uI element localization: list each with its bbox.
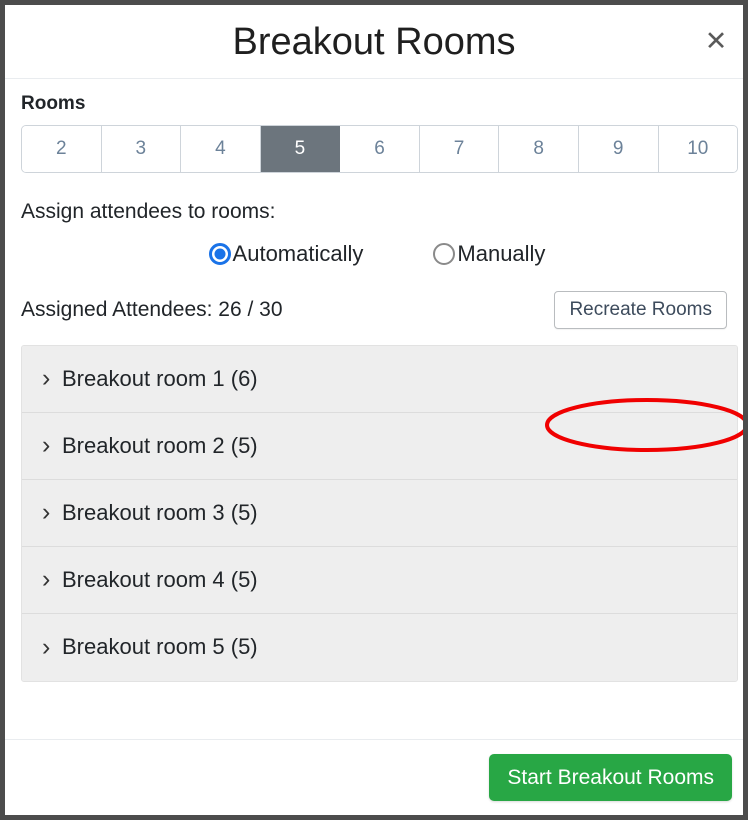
chevron-right-icon: › (42, 632, 51, 661)
radio-label-manually: Manually (457, 240, 546, 266)
dialog-body: Rooms 2 3 4 5 6 7 8 9 10 Assign attendee… (5, 79, 743, 739)
room-name: Breakout room 3 (5) (62, 499, 258, 525)
rooms-label: Rooms (21, 93, 86, 114)
room-name: Breakout room 2 (5) (62, 432, 258, 458)
room-name: Breakout room 1 (6) (62, 365, 258, 391)
breakout-rooms-list: › Breakout room 1 (6) › Breakout room 2 … (21, 344, 738, 682)
room-count-option-8[interactable]: 8 (499, 125, 579, 172)
radio-selected-icon[interactable] (208, 242, 231, 265)
page-title: Breakout Rooms (232, 20, 516, 63)
room-count-option-10[interactable]: 10 (658, 125, 737, 172)
breakout-rooms-dialog: Breakout Rooms ✕ Rooms 2 3 4 5 6 7 8 9 1… (5, 5, 743, 815)
room-count-option-3[interactable]: 3 (101, 125, 182, 172)
chevron-right-icon: › (42, 498, 51, 527)
assign-mode-radio-group: Automatically Manually (16, 240, 732, 266)
radio-unselected-icon[interactable] (433, 242, 456, 265)
list-item[interactable]: › Breakout room 5 (5) (22, 613, 737, 681)
list-item[interactable]: › Breakout room 4 (5) (22, 546, 737, 614)
radio-option-manually[interactable]: Manually (433, 240, 546, 266)
recreate-rooms-button[interactable]: Recreate Rooms (554, 290, 727, 330)
close-icon[interactable]: ✕ (699, 25, 733, 59)
chevron-right-icon: › (42, 431, 51, 460)
room-count-option-6[interactable]: 6 (340, 125, 420, 172)
list-item[interactable]: › Breakout room 3 (5) (22, 479, 737, 547)
room-count-option-2[interactable]: 2 (22, 125, 102, 172)
assigned-attendees-count: Assigned Attendees: 26 / 30 (21, 297, 283, 321)
room-count-option-5[interactable]: 5 (260, 125, 341, 172)
room-name: Breakout room 5 (5) (62, 634, 258, 660)
room-count-selector[interactable]: 2 3 4 5 6 7 8 9 10 (21, 124, 738, 173)
room-count-option-4[interactable]: 4 (181, 125, 261, 172)
room-name: Breakout room 4 (5) (62, 566, 258, 592)
radio-label-automatically: Automatically (232, 240, 364, 266)
radio-option-automatically[interactable]: Automatically (208, 240, 364, 266)
list-item[interactable]: › Breakout room 2 (5) (22, 412, 737, 480)
start-breakout-rooms-button[interactable]: Start Breakout Rooms (489, 754, 732, 801)
dialog-footer: Start Breakout Rooms (5, 739, 743, 815)
attendees-row: Assigned Attendees: 26 / 30 Recreate Roo… (16, 289, 732, 331)
dialog-header: Breakout Rooms ✕ (5, 5, 743, 79)
assign-attendees-label: Assign attendees to rooms: (21, 199, 276, 223)
room-count-option-7[interactable]: 7 (419, 125, 500, 172)
list-item[interactable]: › Breakout room 1 (6) (22, 345, 737, 413)
chevron-right-icon: › (42, 565, 51, 594)
room-count-option-9[interactable]: 9 (578, 125, 659, 172)
chevron-right-icon: › (42, 364, 51, 393)
